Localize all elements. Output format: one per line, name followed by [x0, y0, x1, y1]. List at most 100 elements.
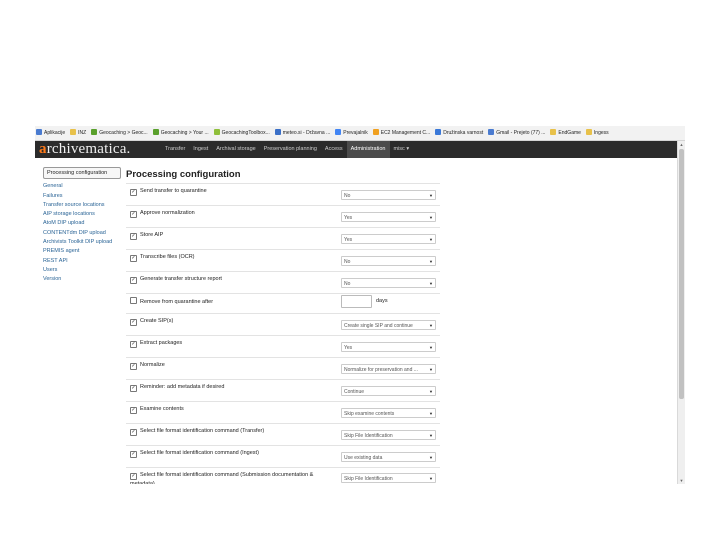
- config-label: ✓ Select file format identification comma…: [130, 449, 328, 458]
- select-value: Yes: [344, 345, 353, 351]
- sidebar-item[interactable]: Archivists Toolkit DIP upload: [43, 239, 121, 245]
- sidebar-item[interactable]: REST API: [43, 258, 121, 264]
- option-checkbox[interactable]: ✓: [130, 407, 137, 414]
- config-select[interactable]: No ▼: [341, 278, 436, 288]
- logo-letter: a: [39, 141, 47, 157]
- bookmarks-bar: Aplikacije INZ Geocaching > Geoc... Geocach…: [35, 126, 685, 141]
- folder-icon: [585, 129, 592, 135]
- sidebar-item[interactable]: General: [43, 183, 121, 189]
- option-checkbox[interactable]: ✓: [130, 429, 137, 436]
- nav-item[interactable]: Ingest: [189, 141, 212, 158]
- config-select[interactable]: Create single SIP and continue ▼: [341, 320, 436, 330]
- config-select[interactable]: Use existing data ▼: [341, 452, 436, 462]
- select-value: Use existing data: [344, 455, 383, 461]
- nav-item[interactable]: Preservation planning: [260, 141, 321, 158]
- option-checkbox[interactable]: ✓: [130, 255, 137, 262]
- config-label: ✓ Normalize: [130, 361, 328, 370]
- bookmark-item[interactable]: Geocaching > Geoc...: [90, 126, 148, 140]
- select-value: No: [344, 193, 351, 199]
- sidebar-item[interactable]: Users: [43, 267, 121, 273]
- sidebar-item[interactable]: Processing configuration: [43, 167, 121, 180]
- select-value: Yes: [344, 237, 353, 243]
- nav-item[interactable]: Archival storage: [212, 141, 259, 158]
- option-checkbox[interactable]: ✓: [130, 363, 137, 370]
- config-label: ✓ Create SIP(s): [130, 317, 328, 326]
- option-checkbox[interactable]: ✓: [130, 277, 137, 284]
- bookmark-item[interactable]: Ingess: [585, 126, 609, 140]
- option-checkbox[interactable]: ✓: [130, 319, 137, 326]
- config-label: ✓ Reminder: add metadata if desired: [130, 383, 328, 392]
- sidebar-item[interactable]: PREMIS agent: [43, 248, 121, 254]
- bookmark-item[interactable]: GeocachingToolbox...: [213, 126, 270, 140]
- config-select[interactable]: Yes ▼: [341, 342, 436, 352]
- config-label-text: Send transfer to quarantine: [140, 188, 207, 194]
- meteo-icon: [274, 129, 281, 135]
- bookmark-item[interactable]: meteo.si - Državna ...: [274, 126, 331, 140]
- scroll-up-icon[interactable]: ▲: [679, 142, 684, 147]
- vertical-scrollbar[interactable]: ▲ ▼: [677, 141, 685, 484]
- nav-item[interactable]: Transfer: [161, 141, 189, 158]
- bookmark-item[interactable]: EC2 Management C...: [372, 126, 430, 140]
- sidebar-item[interactable]: AIP storage locations: [43, 211, 121, 217]
- config-label-text: Normalize: [140, 362, 165, 368]
- select-value: No: [344, 281, 351, 287]
- gmail-icon: [488, 129, 495, 135]
- option-checkbox[interactable]: [130, 297, 137, 304]
- option-checkbox[interactable]: ✓: [130, 341, 137, 348]
- select-value: Skip examine contents: [344, 411, 395, 417]
- bookmark-label: meteo.si - Državna ...: [282, 130, 331, 136]
- option-checkbox[interactable]: ✓: [130, 451, 137, 458]
- config-row: ✓ Examine contents Skip examine contents ▼: [126, 401, 440, 423]
- config-select[interactable]: No ▼: [341, 256, 436, 266]
- nav-item[interactable]: Access: [321, 141, 347, 158]
- option-checkbox[interactable]: ✓: [130, 385, 137, 392]
- option-checkbox[interactable]: ✓: [130, 211, 137, 218]
- config-label-text: Generate transfer structure report: [140, 276, 222, 282]
- scrollbar-thumb[interactable]: [679, 149, 684, 399]
- sidebar-item[interactable]: Version: [43, 276, 121, 282]
- config-select[interactable]: Skip File Identification ▼: [341, 473, 436, 483]
- select-value: Yes: [344, 215, 353, 221]
- caret-down-icon: ▼: [429, 281, 433, 286]
- caret-down-icon: ▼: [429, 345, 433, 350]
- config-select[interactable]: Yes ▼: [341, 212, 436, 222]
- bookmark-item[interactable]: Prevajalnik: [334, 126, 368, 140]
- bookmark-item[interactable]: Gmail - Prejeto (77) ...: [487, 126, 545, 140]
- config-label: ✓ Extract packages: [130, 339, 328, 348]
- bookmark-item[interactable]: Geocaching > Your ...: [152, 126, 209, 140]
- nav-item[interactable]: Administration: [346, 141, 390, 158]
- bookmark-item[interactable]: Družinska varnost: [434, 126, 483, 140]
- archivematica-logo[interactable]: archivematica.: [39, 141, 131, 158]
- sidebar-item[interactable]: AtoM DIP upload: [43, 220, 121, 226]
- bookmark-item[interactable]: INZ: [69, 126, 86, 140]
- config-row: ✓ Select file format identification comma…: [126, 423, 440, 445]
- config-select[interactable]: Normalize for preservation and ... ▼: [341, 364, 436, 374]
- sidebar-item[interactable]: Failures: [43, 193, 121, 199]
- bookmark-item[interactable]: Aplikacije: [35, 126, 65, 140]
- config-select[interactable]: Yes ▼: [341, 234, 436, 244]
- config-select[interactable]: Skip examine contents ▼: [341, 408, 436, 418]
- config-label-text: Create SIP(s): [140, 318, 174, 324]
- config-select[interactable]: Skip File Identification ▼: [341, 430, 436, 440]
- family-icon: [435, 129, 442, 135]
- option-checkbox[interactable]: ✓: [130, 233, 137, 240]
- option-checkbox[interactable]: ✓: [130, 473, 137, 480]
- sidebar-item[interactable]: CONTENTdm DIP upload: [43, 230, 121, 236]
- config-label: ✓ Select file format identification comma…: [130, 471, 328, 484]
- bookmark-label: EC2 Management C...: [380, 130, 431, 136]
- config-select[interactable]: Continue ▼: [341, 386, 436, 396]
- page-title: Processing configuration: [126, 169, 241, 180]
- caret-down-icon: ▼: [429, 411, 433, 416]
- nav-item[interactable]: misc ▾: [390, 141, 414, 158]
- bookmark-label: Geocaching > Your ...: [160, 130, 209, 136]
- scroll-down-icon[interactable]: ▼: [679, 478, 684, 483]
- caret-down-icon: ▼: [429, 389, 433, 394]
- config-row: ✓ Create SIP(s) Create single SIP and cont…: [126, 313, 440, 335]
- sidebar-item[interactable]: Transfer source locations: [43, 202, 121, 208]
- config-select[interactable]: No ▼: [341, 190, 436, 200]
- config-row: ✓ Reminder: add metadata if desired Contin…: [126, 379, 440, 401]
- bookmark-item[interactable]: EndGame: [549, 126, 581, 140]
- days-input[interactable]: [341, 295, 372, 308]
- main-menu: Transfer Ingest Archival storage Preservati…: [161, 141, 413, 158]
- option-checkbox[interactable]: ✓: [130, 189, 137, 196]
